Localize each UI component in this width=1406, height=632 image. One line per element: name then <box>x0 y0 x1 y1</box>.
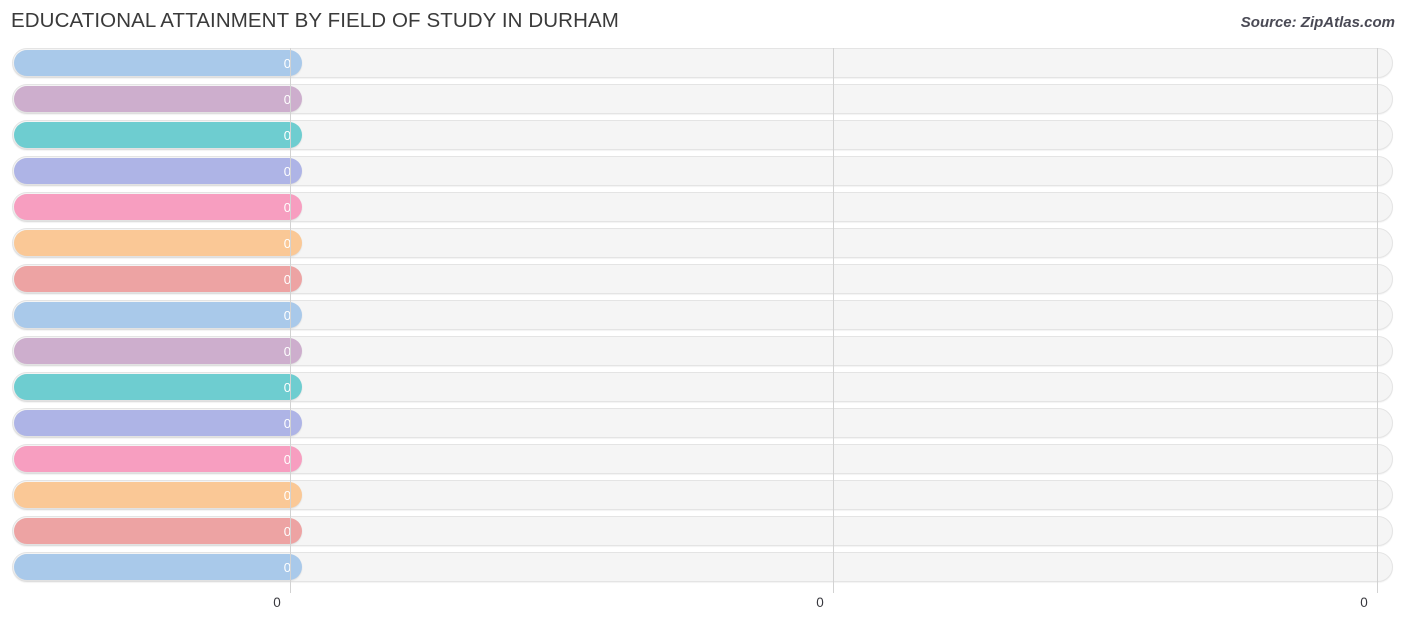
bar[interactable]: 0 <box>14 122 302 148</box>
bar-value-label: 0 <box>283 271 291 287</box>
bar[interactable]: 0 <box>14 158 302 184</box>
bar-row: 0Social Sciences <box>0 192 1406 222</box>
bar-row: 0Business <box>0 336 1406 366</box>
bar-value-label: 0 <box>283 235 291 251</box>
bar[interactable]: 0 <box>14 302 302 328</box>
bar-value-label: 0 <box>283 163 291 179</box>
bar-row: 0Multidisciplinary Studies <box>0 264 1406 294</box>
bar-row: 0Psychology <box>0 156 1406 186</box>
chart-header: EDUCATIONAL ATTAINMENT BY FIELD OF STUDY… <box>0 0 1406 44</box>
bar-value-label: 0 <box>283 55 291 71</box>
chart-plot-area: 0Computers & Mathematics 0Bio, Nature & A… <box>0 48 1406 593</box>
bar[interactable]: 0 <box>14 230 302 256</box>
bar-value-label: 0 <box>283 415 291 431</box>
bar-row: 0Engineering <box>0 228 1406 258</box>
x-axis-tick-label: 0 <box>1360 595 1368 610</box>
bar-value-label: 0 <box>283 199 291 215</box>
bar-row: 0Physical & Health Sciences <box>0 120 1406 150</box>
x-axis-tick-label: 0 <box>273 595 281 610</box>
bar-value-label: 0 <box>283 523 291 539</box>
bar-value-label: 0 <box>283 451 291 467</box>
bar[interactable]: 0 <box>14 266 302 292</box>
bar-row: 0Communications <box>0 516 1406 546</box>
bar[interactable]: 0 <box>14 374 302 400</box>
bar-row: 0Bio, Nature & Agricultural <box>0 84 1406 114</box>
bar-row: 0Education <box>0 372 1406 402</box>
bar-row: 0Arts & Humanities <box>0 552 1406 582</box>
bar[interactable]: 0 <box>14 194 302 220</box>
x-axis: 0 0 0 <box>0 593 1406 632</box>
bar[interactable]: 0 <box>14 518 302 544</box>
bar[interactable]: 0 <box>14 554 302 580</box>
bar-row: 0Liberal Arts & History <box>0 444 1406 474</box>
bar-value-label: 0 <box>283 127 291 143</box>
bar-value-label: 0 <box>283 91 291 107</box>
bar[interactable]: 0 <box>14 338 302 364</box>
bar-value-label: 0 <box>283 343 291 359</box>
bar-row: 0Science & Technology <box>0 300 1406 330</box>
bar[interactable]: 0 <box>14 482 302 508</box>
bar-value-label: 0 <box>283 559 291 575</box>
bar[interactable]: 0 <box>14 50 302 76</box>
bar-row: 0Visual & Performing Arts <box>0 480 1406 510</box>
bar-value-label: 0 <box>283 307 291 323</box>
bar-row: 0Literature & Languages <box>0 408 1406 438</box>
bar[interactable]: 0 <box>14 446 302 472</box>
x-axis-tick-label: 0 <box>816 595 824 610</box>
bar-value-label: 0 <box>283 379 291 395</box>
page-title: EDUCATIONAL ATTAINMENT BY FIELD OF STUDY… <box>11 9 619 32</box>
bar[interactable]: 0 <box>14 86 302 112</box>
bar-row: 0Computers & Mathematics <box>0 48 1406 78</box>
bar[interactable]: 0 <box>14 410 302 436</box>
bar-value-label: 0 <box>283 487 291 503</box>
bar-row-list: 0Computers & Mathematics 0Bio, Nature & A… <box>0 48 1406 588</box>
source-attribution: Source: ZipAtlas.com <box>1240 14 1395 31</box>
